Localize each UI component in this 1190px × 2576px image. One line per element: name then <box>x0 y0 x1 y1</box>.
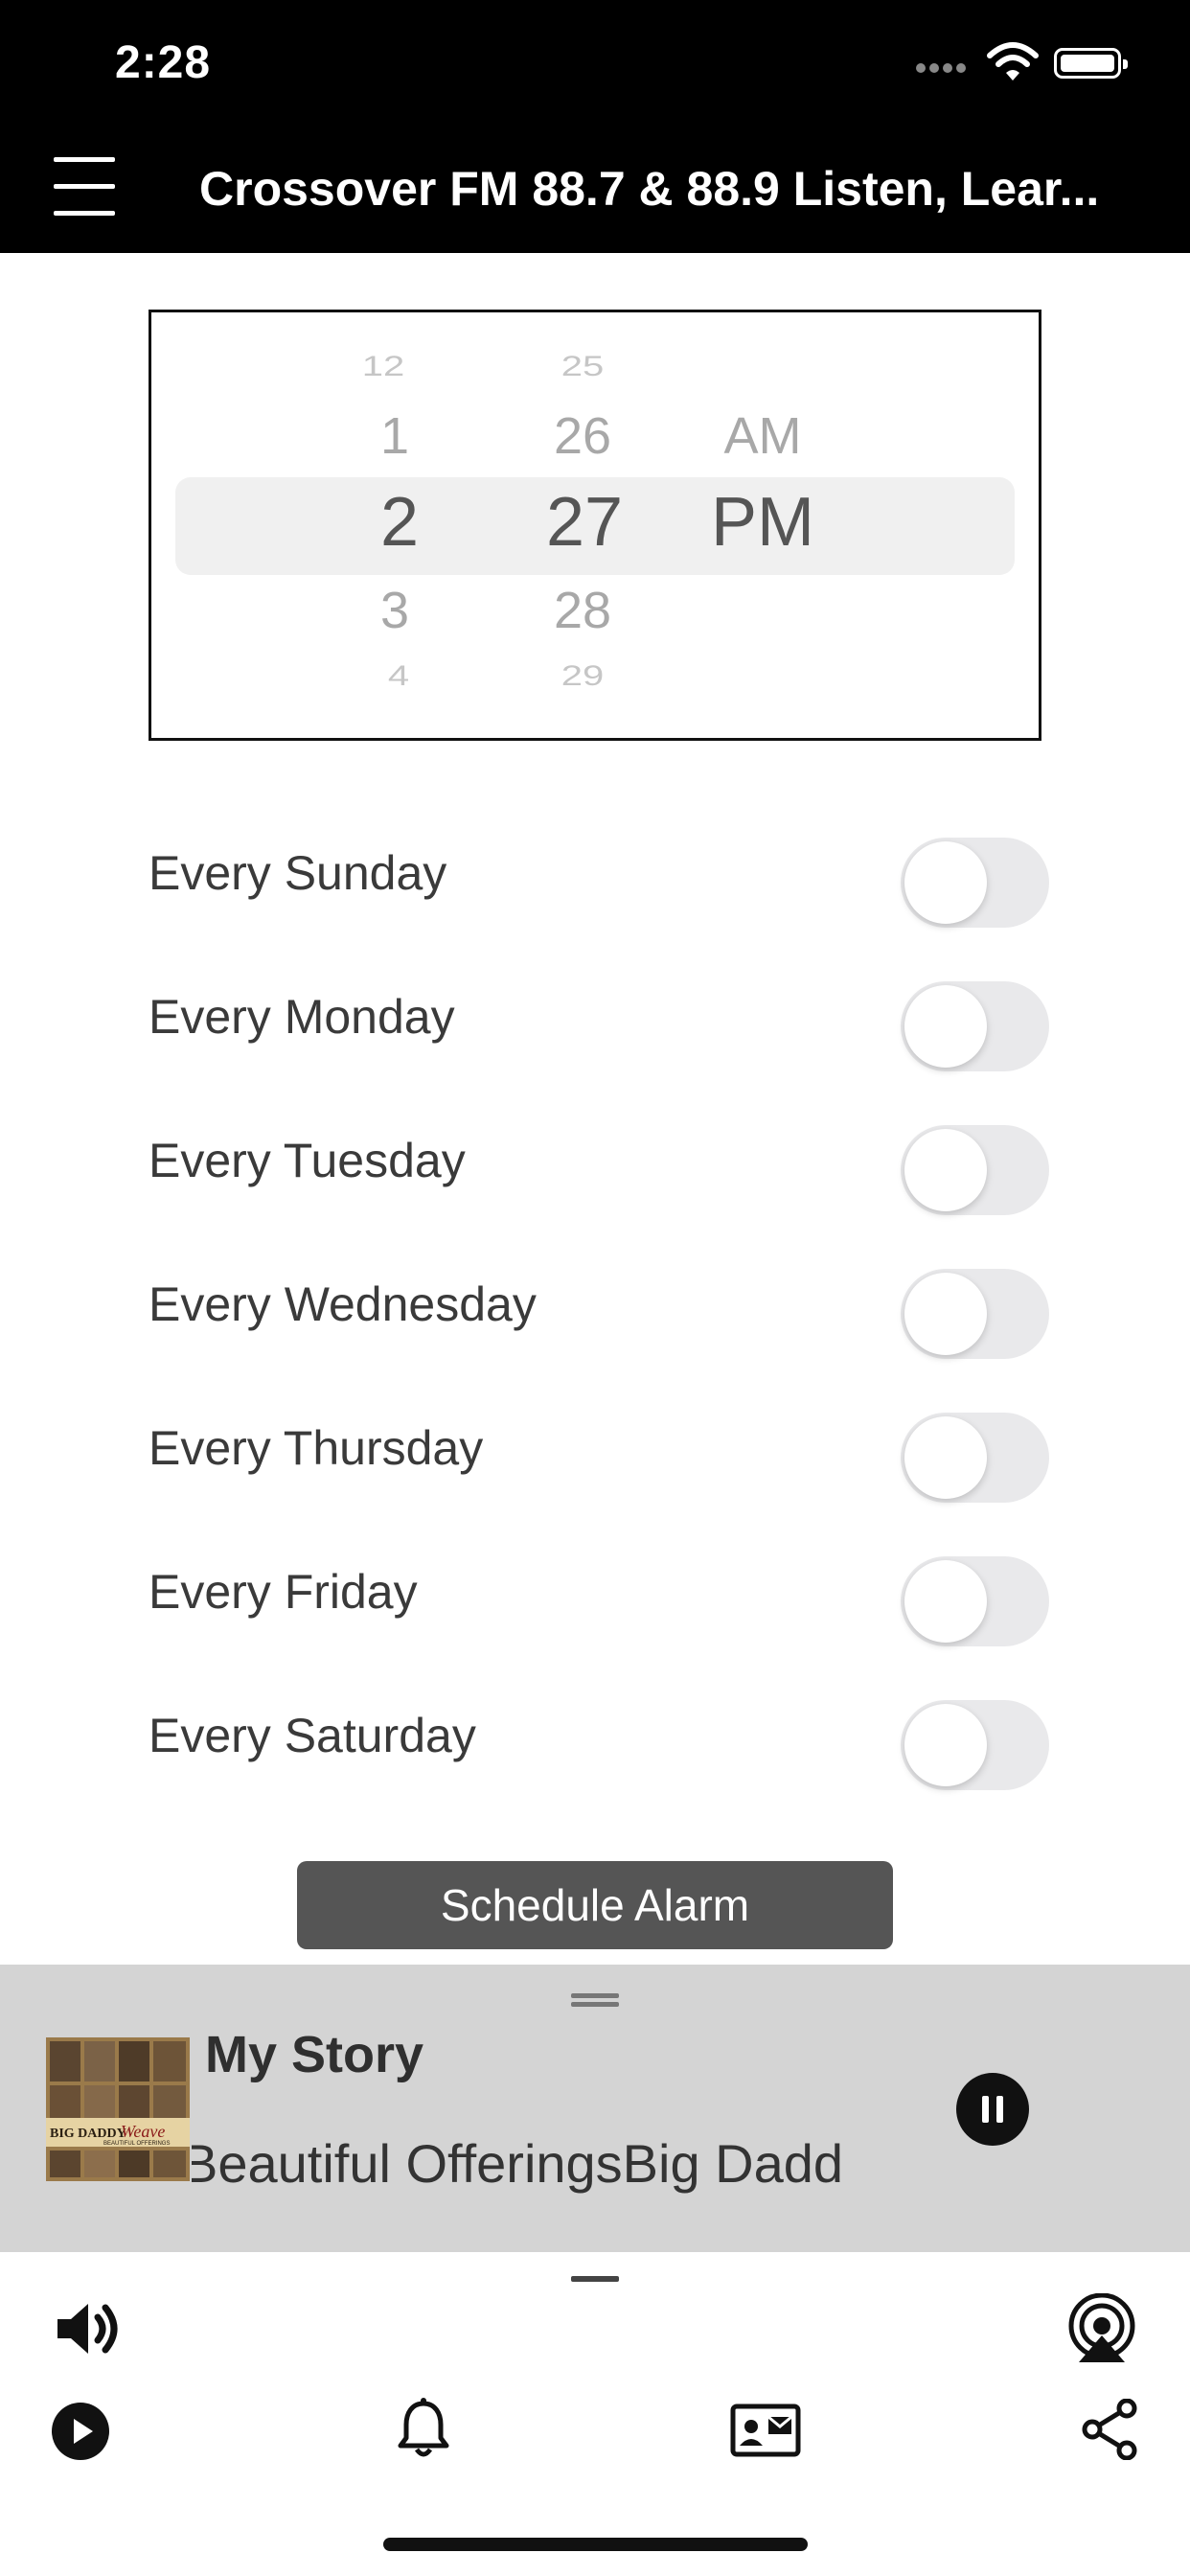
picker-period-selected[interactable]: PM <box>705 483 820 562</box>
day-row-monday: Every Monday <box>149 968 1049 1071</box>
wifi-icon <box>987 42 1039 80</box>
wednesday-toggle[interactable] <box>901 1269 1049 1359</box>
cellular-signal-icon <box>916 63 966 73</box>
album-art-text: Weave <box>121 2122 165 2141</box>
picker-hour-selected[interactable]: 2 <box>342 483 457 562</box>
speaker-icon[interactable] <box>54 2296 123 2361</box>
day-label: Every Wednesday <box>149 1277 537 1331</box>
album-art: BIG DADDY Weave BEAUTIFUL OFFERINGS <box>46 2037 190 2181</box>
picker-hour-option[interactable]: 4 <box>341 660 456 693</box>
play-circle-icon[interactable] <box>50 2401 111 2462</box>
day-row-friday: Every Friday <box>149 1543 1049 1646</box>
thursday-toggle[interactable] <box>901 1413 1049 1503</box>
album-art-text: BEAUTIFUL OFFERINGS <box>103 2141 170 2147</box>
page-title: Crossover FM 88.7 & 88.9 Listen, Lear... <box>199 162 1100 216</box>
monday-toggle[interactable] <box>901 981 1049 1071</box>
schedule-alarm-button[interactable]: Schedule Alarm <box>297 1861 893 1949</box>
battery-icon <box>1054 48 1128 79</box>
picker-minute-option[interactable]: 28 <box>525 581 640 640</box>
day-label: Every Thursday <box>149 1421 484 1475</box>
sunday-toggle[interactable] <box>901 838 1049 928</box>
airplay-icon[interactable] <box>1065 2293 1138 2364</box>
status-time: 2:28 <box>115 37 212 88</box>
picker-minute-selected[interactable]: 27 <box>527 483 642 562</box>
tuesday-toggle[interactable] <box>901 1125 1049 1215</box>
picker-minute-option[interactable]: 25 <box>525 351 640 383</box>
pause-button[interactable] <box>956 2073 1029 2146</box>
drag-handle-icon[interactable] <box>571 1993 619 2007</box>
saturday-toggle[interactable] <box>901 1700 1049 1790</box>
share-icon[interactable] <box>1081 2399 1138 2460</box>
collapse-handle-icon[interactable] <box>571 2276 619 2282</box>
song-subtitle-text: Beautiful OfferingsBig Dadd <box>192 2133 843 2194</box>
home-indicator[interactable] <box>383 2538 808 2551</box>
picker-period-option[interactable]: AM <box>705 406 820 466</box>
picker-hour-option[interactable]: 1 <box>337 406 452 466</box>
album-art-text: BIG DADDY <box>50 2127 126 2141</box>
song-title: My Story <box>205 2026 424 2083</box>
picker-hour-option[interactable]: 3 <box>337 581 452 640</box>
day-label: Every Saturday <box>149 1709 476 1762</box>
day-row-saturday: Every Saturday <box>149 1687 1049 1790</box>
day-row-thursday: Every Thursday <box>149 1399 1049 1503</box>
day-row-sunday: Every Sunday <box>149 824 1049 928</box>
day-label: Every Monday <box>149 990 455 1044</box>
bell-icon[interactable] <box>397 2398 450 2461</box>
song-subtitle: Beautiful OfferingsBig Dadd <box>192 2132 843 2199</box>
day-row-wednesday: Every Wednesday <box>149 1255 1049 1359</box>
picker-hour-option[interactable]: 12 <box>326 351 441 383</box>
day-label: Every Tuesday <box>149 1134 466 1187</box>
picker-minute-option[interactable]: 26 <box>525 406 640 466</box>
picker-minute-option[interactable]: 29 <box>525 660 640 693</box>
friday-toggle[interactable] <box>901 1556 1049 1646</box>
contact-card-icon[interactable] <box>730 2404 801 2457</box>
day-label: Every Friday <box>149 1565 418 1619</box>
hamburger-icon[interactable] <box>54 155 115 217</box>
day-row-tuesday: Every Tuesday <box>149 1112 1049 1215</box>
day-label: Every Sunday <box>149 846 447 900</box>
